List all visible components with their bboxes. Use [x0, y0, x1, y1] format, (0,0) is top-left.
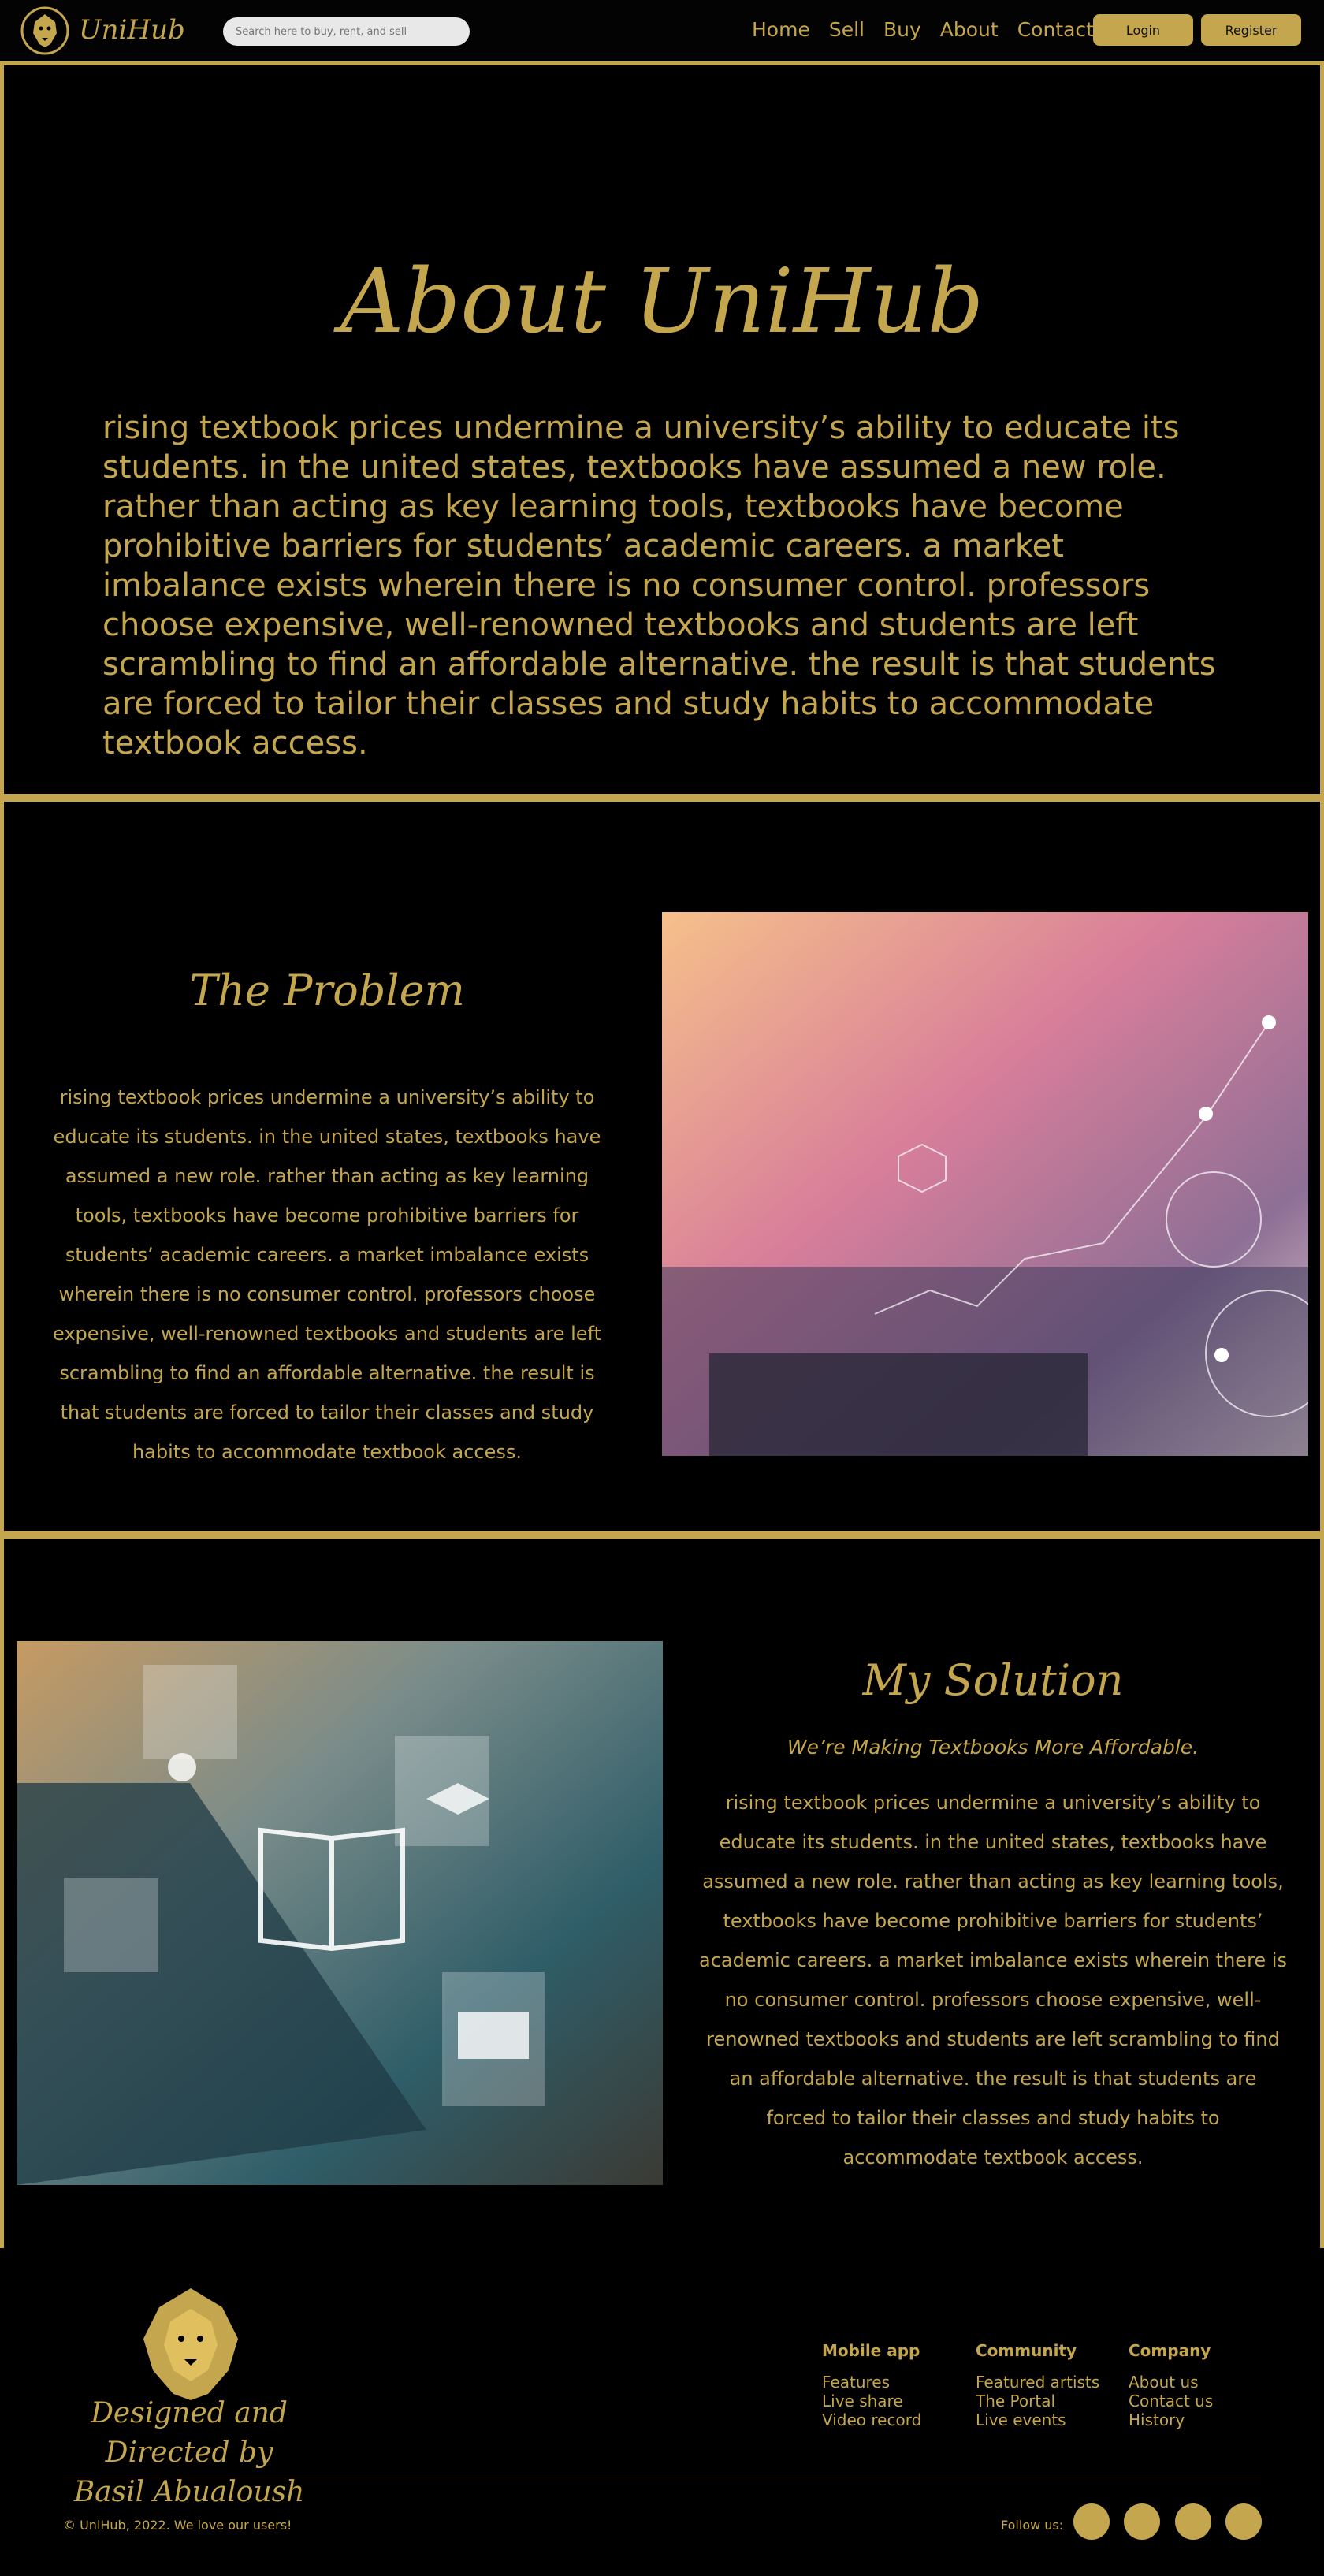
nav-link-sell[interactable]: Sell — [829, 16, 865, 44]
footer-column-company: Company About us Contact us History — [1129, 2341, 1213, 2429]
nav-link-home[interactable]: Home — [752, 16, 810, 44]
footer-link-live-share[interactable]: Live share — [822, 2392, 921, 2410]
footer-link-featured-artists[interactable]: Featured artists — [976, 2373, 1099, 2392]
footer-link-contact-us[interactable]: Contact us — [1129, 2392, 1213, 2410]
about-section: About UniHub rising textbook prices unde… — [0, 61, 1324, 798]
footer-heading: Community — [976, 2341, 1077, 2360]
problem-section: The Problem rising textbook prices under… — [0, 798, 1324, 1535]
footer-link-features[interactable]: Features — [822, 2373, 921, 2392]
nav-link-about[interactable]: About — [940, 16, 999, 44]
login-button[interactable]: Login — [1093, 14, 1193, 46]
social-icon-2[interactable] — [1124, 2503, 1160, 2540]
nav-link-contact[interactable]: Contact — [1017, 16, 1094, 44]
footer-link-live-events[interactable]: Live events — [976, 2410, 1099, 2429]
about-body: rising textbook prices undermine a unive… — [102, 410, 1216, 761]
solution-section: My Solution We’re Making Textbooks More … — [0, 1535, 1324, 2248]
footer: Designed and Directed by Basil Abualoush… — [0, 2248, 1324, 2576]
footer-link-the-portal[interactable]: The Portal — [976, 2392, 1099, 2410]
lion-logo-icon[interactable] — [20, 5, 69, 57]
about-title: About UniHub — [340, 251, 984, 353]
lion-logo-icon — [143, 2288, 238, 2400]
navbar: UniHub Home Sell Buy About Contact Login… — [0, 0, 1324, 61]
copyright-text: © UniHub, 2022. We love our users! — [63, 2518, 292, 2533]
footer-heading: Company — [1129, 2341, 1211, 2360]
footer-link-history[interactable]: History — [1129, 2410, 1213, 2429]
social-icon-4[interactable] — [1225, 2503, 1262, 2540]
footer-column-mobile-app: Mobile app Features Live share Video rec… — [822, 2341, 921, 2429]
signature-line-1: Designed and Directed by — [91, 2397, 288, 2469]
signature-line-2: Basil Abualoush — [73, 2476, 305, 2508]
problem-body: rising textbook prices undermine a unive… — [53, 1086, 601, 1463]
nav-links: Home Sell Buy About Contact — [752, 16, 1094, 44]
footer-link-about-us[interactable]: About us — [1129, 2373, 1213, 2392]
solution-title: My Solution — [862, 1655, 1124, 1705]
brand-name[interactable]: UniHub — [79, 13, 185, 47]
solution-subtitle: We’re Making Textbooks More Affordable. — [787, 1736, 1199, 1759]
footer-link-video-record[interactable]: Video record — [822, 2410, 921, 2429]
nav-link-buy[interactable]: Buy — [883, 16, 921, 44]
solution-image — [17, 1641, 663, 2185]
social-icon-1[interactable] — [1073, 2503, 1110, 2540]
solution-body: rising textbook prices undermine a unive… — [699, 1792, 1287, 2168]
footer-column-community: Community Featured artists The Portal Li… — [976, 2341, 1099, 2429]
problem-title: The Problem — [189, 966, 465, 1015]
register-button[interactable]: Register — [1201, 14, 1301, 46]
search-input[interactable] — [223, 17, 470, 46]
designer-signature: Designed and Directed by Basil Abualoush — [32, 2394, 347, 2512]
social-icon-3[interactable] — [1175, 2503, 1211, 2540]
footer-heading: Mobile app — [822, 2341, 920, 2360]
follow-label: Follow us: — [1001, 2518, 1064, 2533]
problem-image — [662, 912, 1308, 1456]
